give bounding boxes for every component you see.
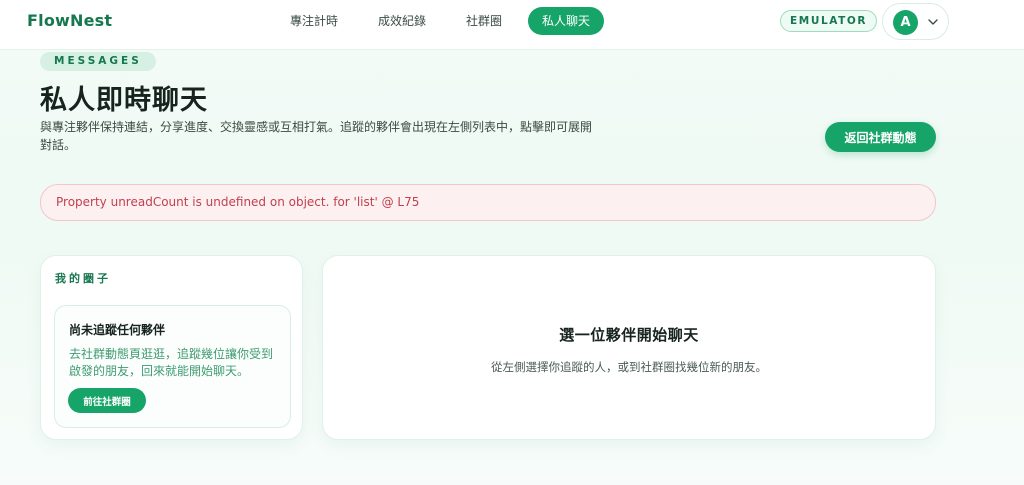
avatar: A: [893, 10, 918, 35]
go-to-community-button[interactable]: 前往社群圈: [68, 388, 146, 413]
chat-panel: 選一位夥伴開始聊天 從左側選擇你追蹤的人，或到社群圈找幾位新的朋友。: [322, 255, 936, 440]
back-to-feed-button[interactable]: 返回社群動態: [825, 122, 936, 152]
nav-item-focus-timer[interactable]: 專注計時: [276, 7, 352, 35]
empty-state: 尚未追蹤任何夥伴 去社群動態頁逛逛，追蹤幾位讓你受到啟發的朋友，回來就能開始聊天…: [54, 305, 291, 428]
my-circle-card: 我的圈子 尚未追蹤任何夥伴 去社群動態頁逛逛，追蹤幾位讓你受到啟發的朋友，回來就…: [40, 255, 303, 440]
circle-title: 我的圈子: [55, 272, 111, 285]
section-eyebrow: MESSAGES: [40, 52, 156, 71]
empty-state-title: 尚未追蹤任何夥伴: [69, 323, 166, 337]
main-nav: 專注計時 成效紀錄 社群圈 私人聊天: [276, 7, 616, 35]
error-alert: Property unreadCount is undefined on obj…: [40, 184, 936, 221]
chat-empty-title: 選一位夥伴開始聊天: [559, 326, 699, 344]
nav-item-records[interactable]: 成效紀錄: [364, 7, 440, 35]
empty-state-description: 去社群動態頁逛逛，追蹤幾位讓你受到啟發的朋友，回來就能開始聊天。: [69, 347, 274, 378]
nav-item-private-chat[interactable]: 私人聊天: [528, 7, 605, 35]
page-title: 私人即時聊天: [40, 85, 208, 116]
chat-empty-description: 從左側選擇你追蹤的人，或到社群圈找幾位新的朋友。: [491, 360, 767, 374]
chevron-down-icon: [928, 19, 938, 25]
top-navigation-bar: FlowNest 專注計時 成效紀錄 社群圈 私人聊天 EMULATOR A: [0, 0, 1024, 50]
brand-logo[interactable]: FlowNest: [27, 11, 112, 30]
nav-item-community[interactable]: 社群圈: [452, 7, 516, 35]
user-menu-button[interactable]: A: [882, 3, 949, 40]
page-description: 與專注夥伴保持連結，分享進度、交換靈感或互相打氣。追蹤的夥伴會出現在左側列表中，…: [40, 120, 593, 152]
emulator-badge: EMULATOR: [780, 10, 878, 32]
